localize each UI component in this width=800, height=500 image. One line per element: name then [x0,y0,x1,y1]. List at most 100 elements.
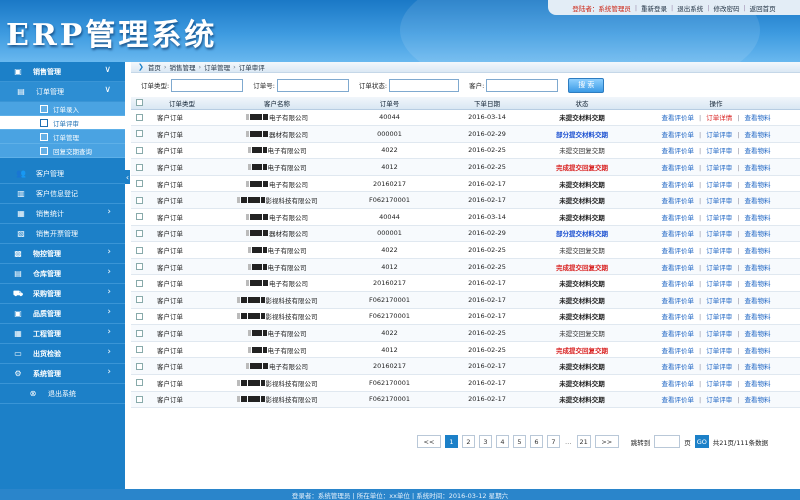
view-materials-link[interactable]: 查看物料 [744,347,770,355]
view-evaluation-link[interactable]: 查看评价单 [662,380,695,388]
view-materials-link[interactable]: 查看物料 [744,247,770,255]
sidebar-item-order-review[interactable]: 订单评审 [0,116,125,130]
page-button[interactable]: 1 [445,435,458,448]
order-review-link[interactable]: 订单评审 [706,131,732,139]
select-all-checkbox[interactable] [135,99,143,107]
order-review-link[interactable]: 订单评审 [706,181,732,189]
page-button-last[interactable]: 21 [576,435,591,448]
view-evaluation-link[interactable]: 查看评价单 [662,181,695,189]
view-evaluation-link[interactable]: 查看评价单 [662,330,695,338]
sidebar-item-purchase[interactable]: ⛟ 采购管理 › [0,284,125,304]
prev-page-button[interactable]: << [417,435,441,448]
order-review-link[interactable]: 订单评审 [706,247,732,255]
view-materials-link[interactable]: 查看物料 [744,214,770,222]
view-evaluation-link[interactable]: 查看评价单 [662,396,695,404]
sidebar-item-delivery-query[interactable]: 回复交期查询 [0,144,125,158]
page-button[interactable]: 7 [547,435,560,448]
sidebar-item-order-manage[interactable]: 订单管理 [0,130,125,144]
sidebar-item-order-mgmt[interactable]: ▤ 订单管理 ∨ [0,82,125,102]
page-button[interactable]: 3 [479,435,492,448]
sidebar-item-quality[interactable]: ▣ 品质管理 › [0,304,125,324]
view-evaluation-link[interactable]: 查看评价单 [662,347,695,355]
order-status-input[interactable] [389,78,460,92]
view-materials-link[interactable]: 查看物料 [744,280,770,288]
row-checkbox[interactable] [135,263,143,271]
search-button[interactable]: 搜 索 [568,77,605,93]
row-checkbox[interactable] [135,213,143,221]
order-review-link[interactable]: 订单评审 [706,197,732,205]
view-evaluation-link[interactable]: 查看评价单 [662,230,695,238]
page-button[interactable]: 5 [513,435,526,448]
sidebar-item-material-control[interactable]: ▩ 物控管理 › [0,244,125,264]
crumb-home[interactable]: 首页 [148,62,161,72]
view-evaluation-link[interactable]: 查看评价单 [662,363,695,371]
page-button[interactable]: 4 [496,435,509,448]
view-evaluation-link[interactable]: 查看评价单 [662,313,695,321]
customer-input[interactable] [486,78,559,92]
view-materials-link[interactable]: 查看物料 [744,330,770,338]
view-evaluation-link[interactable]: 查看评价单 [662,147,695,155]
row-checkbox[interactable] [135,379,143,387]
order-review-link[interactable]: 订单评审 [706,363,732,371]
relogin-link[interactable]: 重新登录 [641,3,667,13]
view-materials-link[interactable]: 查看物料 [744,131,770,139]
view-evaluation-link[interactable]: 查看评价单 [662,131,695,139]
row-checkbox[interactable] [135,180,143,188]
sidebar-collapse-handle[interactable]: ‹ [125,170,130,184]
view-evaluation-link[interactable]: 查看评价单 [662,280,695,288]
sidebar-item-engineering[interactable]: ▦ 工程管理 › [0,324,125,344]
sidebar-item-system[interactable]: ⚙ 系统管理 › [0,364,125,384]
view-evaluation-link[interactable]: 查看评价单 [662,264,695,272]
row-checkbox[interactable] [135,346,143,354]
view-evaluation-link[interactable]: 查看评价单 [662,114,695,122]
view-materials-link[interactable]: 查看物料 [744,197,770,205]
view-materials-link[interactable]: 查看物料 [744,147,770,155]
view-evaluation-link[interactable]: 查看评价单 [662,247,695,255]
row-checkbox[interactable] [135,130,143,138]
sidebar-item-warehouse[interactable]: ▤ 仓库管理 › [0,264,125,284]
view-materials-link[interactable]: 查看物料 [744,230,770,238]
order-review-link[interactable]: 订单评审 [706,264,732,272]
row-checkbox[interactable] [135,296,143,304]
sidebar-item-sales-stats[interactable]: ▦ 销售统计 › [0,204,125,224]
sidebar-item-sales-invoice[interactable]: ▧ 销售开票管理 [0,224,125,244]
row-checkbox[interactable] [135,163,143,171]
sidebar-item-order-entry[interactable]: 订单录入 [0,102,125,116]
sidebar-item-sales[interactable]: ▣ 销售管理 ∨ [0,62,125,82]
order-review-link[interactable]: 订单评审 [706,280,732,288]
order-review-link[interactable]: 订单评审 [706,164,732,172]
view-materials-link[interactable]: 查看物料 [744,396,770,404]
row-checkbox[interactable] [135,113,143,121]
row-checkbox[interactable] [135,362,143,370]
order-review-link[interactable]: 订单评审 [706,347,732,355]
row-checkbox[interactable] [135,196,143,204]
exit-system-link[interactable]: 退出系统 [677,3,703,13]
view-evaluation-link[interactable]: 查看评价单 [662,297,695,305]
order-type-input[interactable] [171,78,244,92]
order-review-link[interactable]: 订单评审 [706,380,732,388]
row-checkbox[interactable] [135,312,143,320]
order-review-link[interactable]: 订单评审 [706,214,732,222]
sidebar-item-customer-mgmt[interactable]: 👥 客户管理 [0,164,125,184]
view-materials-link[interactable]: 查看物料 [744,164,770,172]
order-review-link[interactable]: 订单评审 [706,297,732,305]
page-button[interactable]: 2 [462,435,475,448]
view-evaluation-link[interactable]: 查看评价单 [662,164,695,172]
row-checkbox[interactable] [135,246,143,254]
order-review-link[interactable]: 订单评审 [706,396,732,404]
row-checkbox[interactable] [135,395,143,403]
order-review-link[interactable]: 订单评审 [706,330,732,338]
view-materials-link[interactable]: 查看物料 [744,380,770,388]
sidebar-item-customer-info[interactable]: ▥ 客户信息登记 [0,184,125,204]
row-checkbox[interactable] [135,229,143,237]
change-password-link[interactable]: 修改密码 [713,3,739,13]
sidebar-item-shipping-inspection[interactable]: ▭ 出货检验 › [0,344,125,364]
order-detail-link[interactable]: 订单详情 [706,114,732,122]
next-page-button[interactable]: >> [594,435,619,448]
sidebar-item-logout[interactable]: ⊗ 退出系统 [0,384,125,404]
go-button[interactable]: GO [694,435,709,448]
row-checkbox[interactable] [135,146,143,154]
order-no-input[interactable] [276,78,349,92]
home-link[interactable]: 返回首页 [750,3,776,13]
view-evaluation-link[interactable]: 查看评价单 [662,214,695,222]
